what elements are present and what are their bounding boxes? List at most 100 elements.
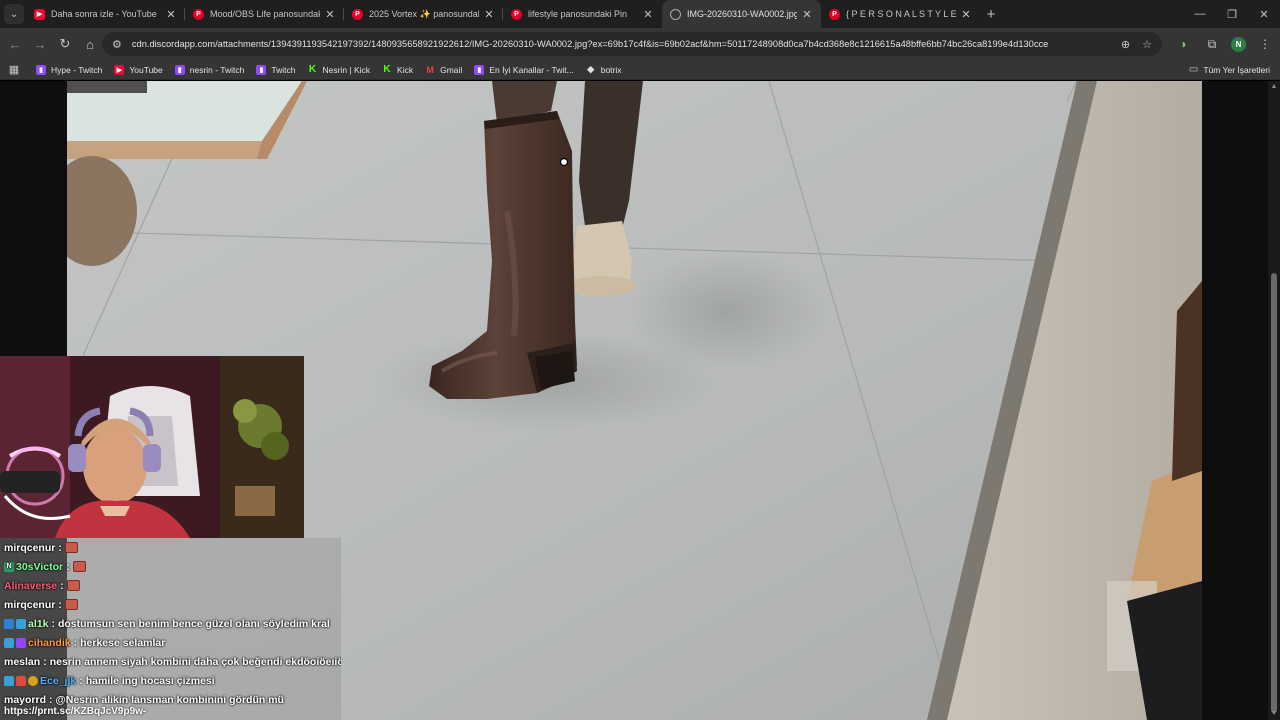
reload-button[interactable]: ↻ xyxy=(53,32,77,56)
all-bookmarks-folder[interactable]: ▭ Tüm Yer İşaretleri xyxy=(1189,64,1270,75)
chat-username: cihandik xyxy=(28,636,71,649)
chat-message: al1k: dostumsun sen benim bence güzel ola… xyxy=(0,614,341,633)
pinterest-icon: P xyxy=(829,8,840,20)
star-icon[interactable]: ☆ xyxy=(1142,38,1152,51)
chat-username: 30sVictor xyxy=(16,560,64,573)
badge-icon xyxy=(4,675,14,686)
close-icon[interactable]: ✕ xyxy=(642,8,654,21)
twitch-icon: ▮ xyxy=(256,64,267,75)
chat-username: mayorrd xyxy=(4,693,47,706)
bookmark-label: Gmail xyxy=(440,64,463,75)
forward-button[interactable]: → xyxy=(28,32,52,56)
minimize-button[interactable]: — xyxy=(1184,0,1216,28)
chat-message: Alinaverse: xyxy=(0,576,341,595)
bookmark-label: botrix xyxy=(600,64,622,75)
arrow-right-icon: → xyxy=(33,36,47,52)
vertical-scrollbar[interactable]: ▲ ▼ xyxy=(1268,81,1280,720)
chat-username: Ece_jjk xyxy=(40,674,77,687)
chat-message: meslan: nesrin annem siyah kombini daha ç… xyxy=(0,652,341,671)
badge-icon xyxy=(4,618,14,629)
bookmark-hype-twitch[interactable]: ▮ Hype - Twitch xyxy=(36,64,102,75)
close-icon[interactable]: ✕ xyxy=(960,8,972,21)
bookmark-kick[interactable]: K Kick xyxy=(382,64,414,75)
menu-icon[interactable]: ⋮ xyxy=(1256,37,1274,51)
bookmark-botrix[interactable]: ◆ botrix xyxy=(586,64,622,75)
tab-title: { P E R S O N A L S T Y L E } pan xyxy=(846,9,956,19)
extensions-icon[interactable]: ⧉ xyxy=(1203,37,1221,52)
kick-icon: K xyxy=(308,64,317,75)
scroll-down-icon[interactable]: ▼ xyxy=(1268,708,1280,720)
chat-message: mirqcenur: xyxy=(0,538,341,557)
bookmark-label: YouTube xyxy=(129,64,163,75)
youtube-icon: ▶ xyxy=(34,8,45,20)
close-icon[interactable]: ✕ xyxy=(324,8,336,21)
streamer-webcam xyxy=(0,356,304,538)
bookmark-nesrin-kick[interactable]: K Nesrin | Kick xyxy=(307,64,370,75)
kick-icon: K xyxy=(383,64,391,75)
tab-pinterest-mood[interactable]: P Mood/OBS Life panosundaki Pi ✕ xyxy=(185,0,344,28)
pinterest-icon: P xyxy=(193,8,204,20)
youtube-icon: ▶ xyxy=(114,64,125,75)
tab-title: IMG-20260310-WA0002.jpg (4 xyxy=(687,9,797,19)
scrollbar-thumb[interactable] xyxy=(1271,273,1277,713)
tab-pinterest-lifestyle[interactable]: P lifestyle panosundaki Pin ✕ xyxy=(503,0,662,28)
bookmark-youtube[interactable]: ▶ YouTube xyxy=(114,64,163,75)
bookmark-twitch[interactable]: ▮ Twitch xyxy=(256,64,296,75)
home-button[interactable]: ⌂ xyxy=(78,32,102,56)
bookmark-top-channels[interactable]: ▮ En İyi Kanallar - Twit... xyxy=(474,64,574,75)
folder-label: Tüm Yer İşaretleri xyxy=(1203,64,1270,75)
chat-link-text: https://prnt.sc/KZBqJcV9p9w- xyxy=(4,706,147,717)
tab-pinterest-vortex[interactable]: P 2025 Vortex ✨ panosundaki P ✕ xyxy=(344,0,503,28)
url-text[interactable]: cdn.discordapp.com/attachments/139439119… xyxy=(132,39,1109,49)
close-icon[interactable]: ✕ xyxy=(165,8,177,21)
browser-window: ⌄ ▶ Daha sonra izle - YouTube ✕ P Mood/O… xyxy=(0,0,1280,720)
tab-youtube-watch-later[interactable]: ▶ Daha sonra izle - YouTube ✕ xyxy=(26,0,185,28)
gmail-icon: M xyxy=(426,64,434,75)
twitch-icon: ▮ xyxy=(474,64,485,75)
bookmark-label: Twitch xyxy=(271,64,296,75)
tab-pinterest-personalstyle[interactable]: P { P E R S O N A L S T Y L E } pan ✕ xyxy=(821,0,980,28)
profile-avatar[interactable]: N xyxy=(1231,36,1246,52)
tabs: ▶ Daha sonra izle - YouTube ✕ P Mood/OBS… xyxy=(26,0,1002,28)
site-info-icon[interactable]: ⚙ xyxy=(112,38,122,51)
bookmark-label: nesrin - Twitch xyxy=(189,64,245,75)
emote-icon xyxy=(72,561,86,572)
close-window-button[interactable]: ✕ xyxy=(1248,0,1280,28)
chevron-down-icon: ⌄ xyxy=(9,8,19,20)
audio-icon[interactable]: ◗ xyxy=(1175,37,1193,51)
address-bar[interactable]: ⚙ cdn.discordapp.com/attachments/1394391… xyxy=(102,32,1162,56)
close-icon[interactable]: ✕ xyxy=(801,8,813,21)
close-icon[interactable]: ✕ xyxy=(483,8,495,21)
bookmark-label: Kick xyxy=(397,64,414,75)
webcam-overlay xyxy=(0,356,304,538)
back-button[interactable]: ← xyxy=(3,32,27,56)
tab-strip: ⌄ ▶ Daha sonra izle - YouTube ✕ P Mood/O… xyxy=(0,0,1280,28)
folder-icon: ▭ xyxy=(1188,64,1199,75)
botrix-icon: ◆ xyxy=(587,64,595,74)
minimize-icon: — xyxy=(1194,8,1206,20)
tab-search-button[interactable]: ⌄ xyxy=(4,4,24,24)
scroll-up-icon[interactable]: ▲ xyxy=(1268,81,1280,93)
tab-title: Mood/OBS Life panosundaki Pi xyxy=(210,9,320,19)
restore-button[interactable]: ❐ xyxy=(1216,0,1248,28)
new-tab-button[interactable]: + xyxy=(980,0,1002,28)
chat-username: Alinaverse xyxy=(4,579,58,592)
apps-icon[interactable]: ▦ xyxy=(4,63,24,76)
zoom-icon[interactable]: ⊕ xyxy=(1121,38,1130,51)
tab-image[interactable]: IMG-20260310-WA0002.jpg (4 ✕ xyxy=(662,0,821,28)
bookmark-gmail[interactable]: M Gmail xyxy=(425,65,462,75)
reload-icon: ↻ xyxy=(59,36,71,51)
restore-icon: ❐ xyxy=(1227,8,1237,21)
tab-title: Daha sonra izle - YouTube xyxy=(51,9,157,19)
badge-icon xyxy=(28,675,38,686)
chat-username: mirqcenur xyxy=(4,598,56,611)
badge-icon xyxy=(16,675,26,686)
badge-icon xyxy=(16,637,26,648)
emote-icon xyxy=(66,580,80,591)
bookmark-nesrin-twitch[interactable]: ▮ nesrin - Twitch xyxy=(174,64,245,75)
chat-username: mirqcenur xyxy=(4,541,56,554)
chat-text: @Nesrin alikin lansman kombinini gördün … xyxy=(55,693,284,706)
arrow-left-icon: ← xyxy=(8,36,22,52)
pinterest-icon: P xyxy=(511,8,522,20)
chat-text: dostumsun sen benim bence güzel olanı sö… xyxy=(57,617,330,630)
